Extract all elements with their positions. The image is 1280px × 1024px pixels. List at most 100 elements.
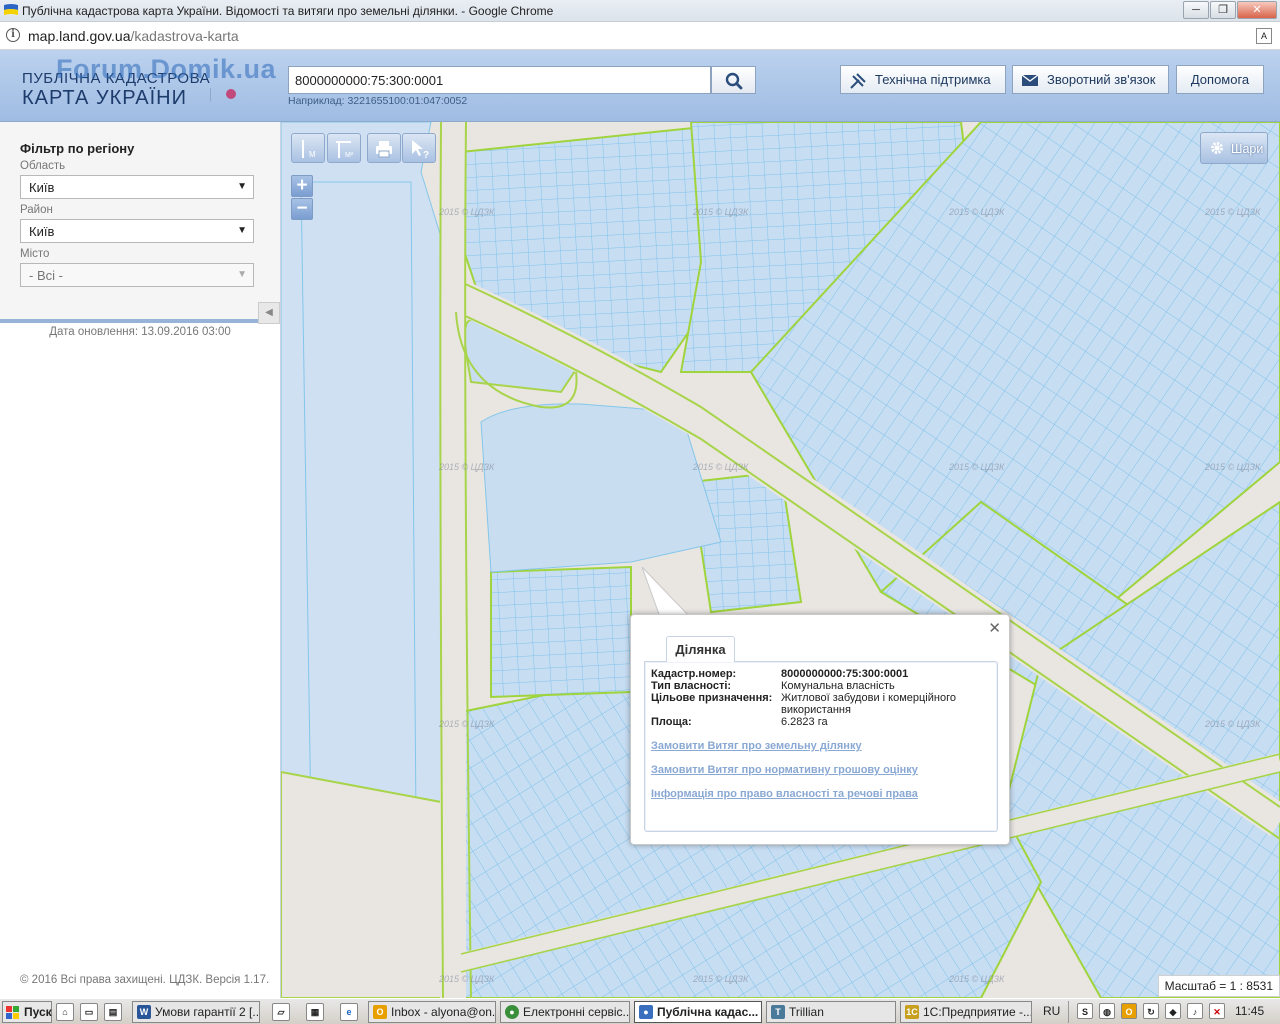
help-button[interactable]: Допомога — [1176, 65, 1264, 94]
filter-title: Фільтр по регіону — [20, 141, 135, 156]
folder-icon[interactable]: ▱ — [272, 1003, 290, 1021]
chrome-icon: ● — [505, 1005, 519, 1019]
translate-icon[interactable]: A — [1256, 28, 1272, 44]
url-path: /kadastrova-karta — [130, 28, 239, 44]
region-select[interactable]: Київ ▼ — [20, 175, 254, 199]
ukraine-flag-icon: ● — [639, 1005, 653, 1019]
city-value: - Всі - — [29, 268, 63, 283]
start-button[interactable]: Пуск — [2, 1001, 52, 1023]
gear-icon — [1211, 142, 1223, 154]
tray-network-icon[interactable]: ◍ — [1099, 1003, 1115, 1019]
address-bar[interactable]: i map.land.gov.ua/kadastrova-karta A — [0, 22, 1280, 50]
task-outlook[interactable]: O Inbox - alyona@on... — [368, 1001, 496, 1023]
clock[interactable]: 11:45 — [1235, 1004, 1264, 1018]
word-icon: W — [137, 1005, 151, 1019]
map-canvas[interactable] — [281, 122, 1280, 998]
dropdown-arrow-icon: ▼ — [237, 225, 247, 236]
map-watermark: 2015 © ЦДЗК — [439, 719, 495, 729]
area-value: 6.2823 га — [781, 716, 828, 728]
tray-sync-icon[interactable]: ↻ — [1143, 1003, 1159, 1019]
search-icon — [725, 72, 743, 90]
windows-taskbar: Пуск ⌂ ▭ ▤ W Умови гарантії 2 [... ▱ ▦ e … — [0, 998, 1280, 1024]
task-chrome-services[interactable]: ● Електронні сервіс... — [500, 1001, 630, 1023]
zoom-in-button[interactable]: + — [291, 175, 313, 197]
tray-security-icon[interactable]: ✕ — [1209, 1003, 1225, 1019]
task-trillian[interactable]: T Trillian — [766, 1001, 896, 1023]
logo-line2: КАРТА УКРАЇНИ — [22, 87, 187, 109]
close-popup-button[interactable]: ✕ — [988, 619, 1001, 637]
ie-icon[interactable]: e — [340, 1003, 358, 1021]
tray-app-icon[interactable]: ◆ — [1165, 1003, 1181, 1019]
map-watermark: 2015 © ЦДЗК — [693, 462, 749, 472]
svg-text:M: M — [309, 150, 316, 159]
parcel-key: Площа: — [651, 716, 692, 728]
map-watermark: 2015 © ЦДЗК — [1205, 462, 1261, 472]
parcel-key: Кадастр.номер: — [651, 668, 737, 680]
tab-parcel[interactable]: Ділянка — [666, 636, 735, 662]
tray-skype-icon[interactable]: S — [1077, 1003, 1093, 1019]
system-tray: S ◍ O ↻ ◆ ♪ ✕ 11:45 — [1068, 1001, 1280, 1023]
parcel-key: Цільове призначення: — [651, 692, 773, 704]
tray-volume-icon[interactable]: ♪ — [1187, 1003, 1203, 1019]
svg-text:M²: M² — [345, 152, 354, 159]
language-indicator[interactable]: RU — [1043, 1004, 1060, 1018]
dropdown-arrow-icon: ▼ — [237, 269, 247, 280]
parcel-info-popup: ✕ Кадастр.номер: 8000000000:75:300:0001 … — [630, 614, 1010, 845]
cadastral-map[interactable]: 2015 © ЦДЗК 2015 © ЦДЗК 2015 © ЦДЗК 2015… — [281, 122, 1280, 998]
map-watermark: 2015 © ЦДЗК — [693, 974, 749, 984]
task-cadastral-map[interactable]: ● Публічна кадас... — [634, 1001, 762, 1023]
cadastral-search-input[interactable] — [288, 66, 711, 94]
district-label: Район — [20, 204, 53, 216]
window-title: Публічна кадастрова карта України. Відом… — [22, 4, 554, 18]
close-window-button[interactable]: ✕ — [1237, 1, 1277, 19]
feedback-button[interactable]: Зворотний зв'язок — [1012, 65, 1169, 94]
calculator-icon[interactable]: ▦ — [306, 1003, 324, 1021]
identify-button[interactable]: ? — [402, 133, 436, 163]
collapse-sidebar-button[interactable]: ◀ — [258, 302, 280, 324]
printer-icon — [376, 141, 392, 158]
url-domain: map.land.gov.ua — [28, 28, 131, 44]
quicklaunch-icon[interactable]: ▤ — [104, 1003, 122, 1021]
task-label: Умови гарантії 2 [... — [155, 1005, 260, 1019]
1c-icon: 1C — [905, 1005, 919, 1019]
district-value: Київ — [29, 224, 55, 239]
ownership-info-link[interactable]: Інформація про право власності та речові… — [651, 788, 918, 800]
measure-area-button[interactable]: M² — [327, 133, 361, 163]
task-word[interactable]: W Умови гарантії 2 [... — [132, 1001, 260, 1023]
layers-button[interactable]: Шари — [1200, 132, 1268, 164]
map-watermark: 2015 © ЦДЗК — [949, 462, 1005, 472]
maximize-button[interactable]: ❐ — [1210, 1, 1236, 19]
parcel-info-body: Кадастр.номер: 8000000000:75:300:0001 Ти… — [644, 661, 998, 832]
ruler-icon: M — [302, 140, 316, 159]
region-label: Область — [20, 160, 66, 172]
map-watermark: 2015 © ЦДЗК — [949, 207, 1005, 217]
desktop-icon[interactable]: ⌂ — [56, 1003, 74, 1021]
minimize-button[interactable]: ─ — [1183, 1, 1209, 19]
print-button[interactable] — [367, 133, 401, 163]
cursor-question-icon: ? — [412, 140, 429, 160]
measure-distance-button[interactable]: M — [291, 133, 325, 163]
browser-titlebar: Публічна кадастрова карта України. Відом… — [0, 0, 1280, 22]
order-valuation-extract-link[interactable]: Замовити Витяг про нормативну грошову оц… — [651, 764, 918, 776]
search-hint: Наприклад: 3221655100:01:047:0052 — [288, 95, 468, 107]
site-info-icon[interactable]: i — [6, 28, 20, 42]
search-button[interactable] — [711, 66, 756, 94]
zoom-out-button[interactable]: − — [291, 198, 313, 220]
url-text[interactable]: map.land.gov.ua/kadastrova-karta — [28, 28, 239, 44]
region-value: Київ — [29, 180, 55, 195]
city-select[interactable]: - Всі - ▼ — [20, 263, 254, 287]
task-1c[interactable]: 1C 1С:Предприятие -... — [900, 1001, 1032, 1023]
task-label: Inbox - alyona@on... — [391, 1005, 496, 1019]
tray-outlook-icon[interactable]: O — [1121, 1003, 1137, 1019]
map-watermark: 2015 © ЦДЗК — [439, 207, 495, 217]
logo-separator — [210, 88, 211, 102]
district-select[interactable]: Київ ▼ — [20, 219, 254, 243]
explorer-icon[interactable]: ▭ — [80, 1003, 98, 1021]
trillian-icon: T — [771, 1005, 785, 1019]
tech-support-button[interactable]: Технічна підтримка — [840, 65, 1006, 94]
svg-text:?: ? — [423, 150, 429, 160]
ownership-value: Комунальна власність — [781, 680, 895, 692]
task-label: Trillian — [789, 1005, 824, 1019]
area-ruler-icon: M² — [336, 141, 354, 159]
order-parcel-extract-link[interactable]: Замовити Витяг про земельну ділянку — [651, 740, 862, 752]
